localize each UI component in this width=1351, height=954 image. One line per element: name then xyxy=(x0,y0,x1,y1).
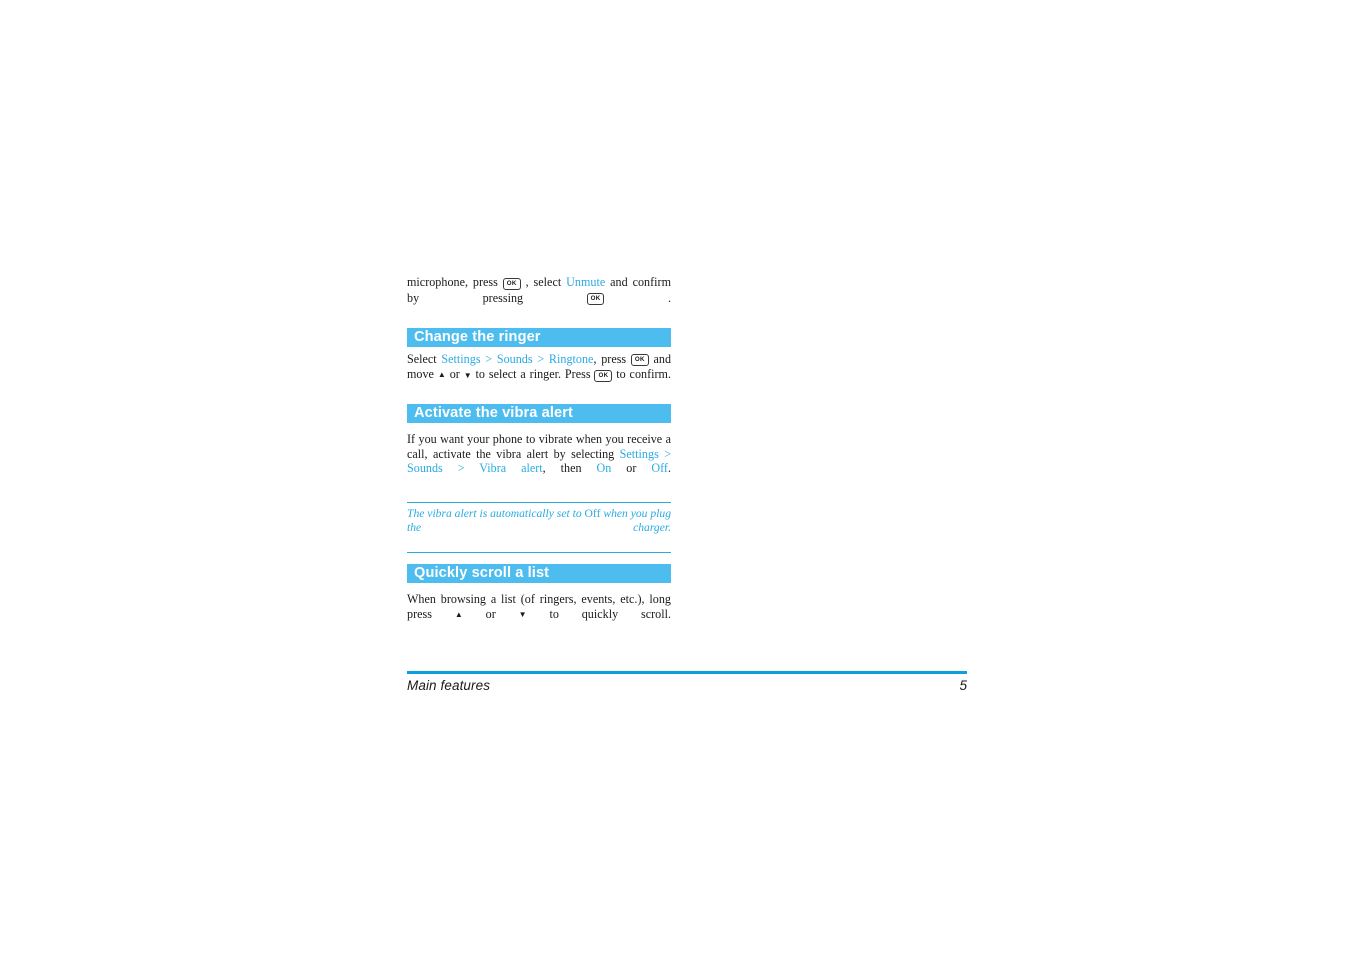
body-text-4: or xyxy=(449,367,460,382)
footer-rule xyxy=(407,671,967,674)
ok-key-icon: OK xyxy=(502,277,521,290)
reference-sounds: Sounds xyxy=(496,351,533,366)
footer-chapter-label: Main features xyxy=(407,678,491,693)
body-text-2: , then xyxy=(542,461,582,476)
reference-vibra-alert: Vibra alert xyxy=(479,461,543,476)
footer-row: Main features 5 xyxy=(407,678,967,693)
note-block-vibra-alert: The vibra alert is automatically set to … xyxy=(407,501,671,554)
section-heading-activate-the-vibra-alert: Activate the vibra alert xyxy=(407,404,671,424)
document-page: microphone, press OK , select Unmute and… xyxy=(0,0,1351,954)
body-text-6: to confirm. xyxy=(616,367,672,382)
reference-settings: Settings xyxy=(441,351,481,366)
ok-key-icon: OK xyxy=(586,293,605,305)
section-heading-change-the-ringer: Change the ringer xyxy=(407,327,671,347)
separator-chevron: > xyxy=(537,351,545,366)
body-text-3: to quickly scroll. xyxy=(549,606,672,621)
note-upright-off: Off xyxy=(584,506,601,520)
reference-off: Off xyxy=(651,461,668,476)
scroll-down-arrow-icon: ▼ xyxy=(518,610,527,620)
intro-text-1: microphone, press xyxy=(407,275,498,289)
page-footer: Main features 5 xyxy=(407,671,967,693)
reference-sounds: Sounds xyxy=(407,461,443,476)
content-column: microphone, press OK , select Unmute and… xyxy=(407,275,671,636)
section-heading-quickly-scroll-a-list: Quickly scroll a list xyxy=(407,564,671,584)
note-text: The vibra alert is automatically set to … xyxy=(407,507,671,550)
reference-on: On xyxy=(596,461,612,476)
scroll-up-arrow-icon: ▲ xyxy=(454,609,463,619)
scroll-up-arrow-icon: ▲ xyxy=(437,370,446,380)
body-text-4: . xyxy=(667,461,671,476)
note-text-1: The vibra alert is automatically set to xyxy=(407,506,582,520)
intro-text-4: . xyxy=(667,290,671,305)
body-text-5: to select a ringer. Press xyxy=(475,367,591,382)
reference-unmute: Unmute xyxy=(566,275,606,289)
separator-chevron: > xyxy=(664,446,672,461)
ok-key-icon: OK xyxy=(630,354,649,367)
body-text-3: or xyxy=(626,461,637,476)
section-body-change-the-ringer: Select Settings > Sounds > Ringtone, pre… xyxy=(407,352,671,398)
body-text-1: Select xyxy=(407,351,437,366)
reference-ringtone: Ringtone xyxy=(548,351,594,366)
separator-chevron: > xyxy=(457,461,465,476)
body-text-2: , press xyxy=(593,351,627,366)
scroll-down-arrow-icon: ▼ xyxy=(463,370,472,380)
body-text-2: or xyxy=(485,606,496,621)
intro-paragraph: microphone, press OK , select Unmute and… xyxy=(407,275,671,321)
section-body-quickly-scroll-a-list: When browsing a list (of ringers, events… xyxy=(407,592,671,636)
section-body-activate-the-vibra-alert: If you want your phone to vibrate when y… xyxy=(407,432,671,490)
reference-settings: Settings xyxy=(619,446,659,461)
intro-text-2: , select xyxy=(525,275,562,289)
footer-page-number: 5 xyxy=(959,678,967,693)
ok-key-icon: OK xyxy=(594,369,613,382)
separator-chevron: > xyxy=(485,351,493,366)
